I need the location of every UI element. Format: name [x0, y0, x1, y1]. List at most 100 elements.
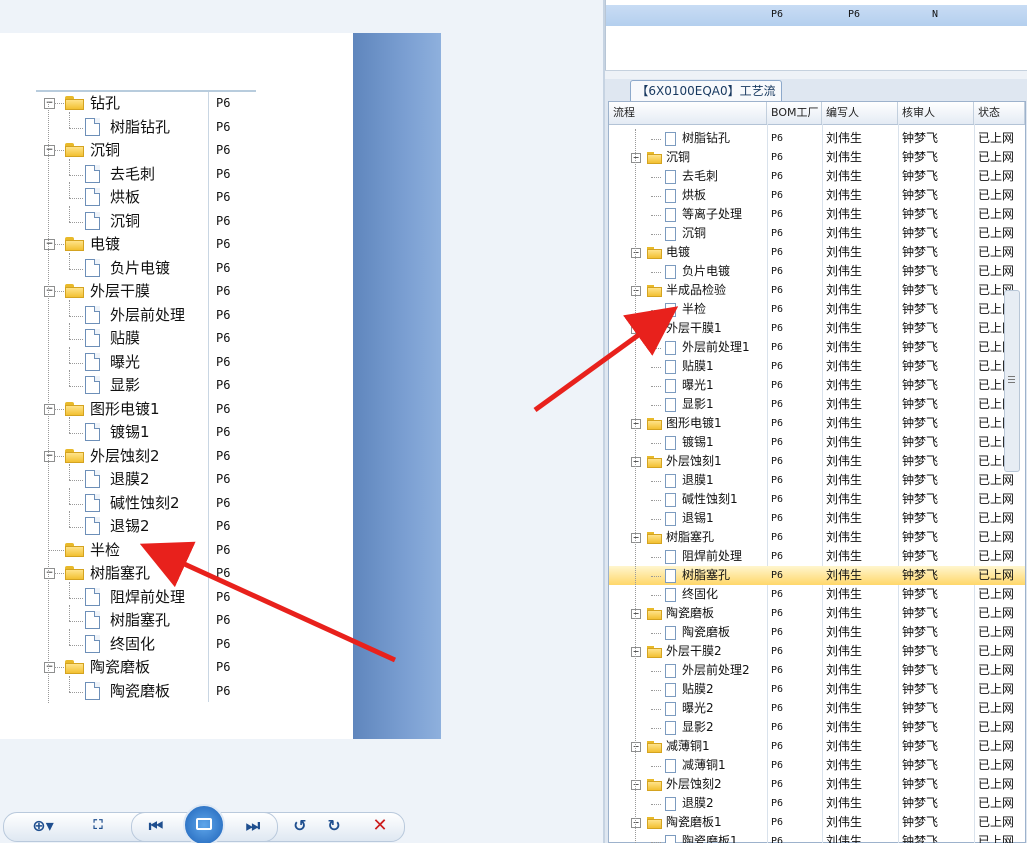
tree-row[interactable]: 烘板 P6	[0, 182, 353, 209]
tree-row[interactable]: − 钻孔 P6	[0, 92, 353, 115]
collapse-toggle-icon[interactable]: −	[631, 419, 641, 429]
prev-icon[interactable]: ⏮	[141, 812, 171, 840]
tree-row[interactable]: 去毛刺 P6	[0, 158, 353, 186]
grid-row[interactable]: 陶瓷磨板1 P6 刘伟生 钟梦飞 已上网	[609, 832, 1025, 843]
grid-row[interactable]: 镀锡1 P6 刘伟生 钟梦飞 已上网	[609, 433, 1025, 452]
tree-row[interactable]: 树脂钻孔 P6	[0, 111, 353, 139]
collapse-toggle-icon[interactable]: −	[631, 324, 641, 334]
rotate-left-icon[interactable]: ↺	[287, 812, 313, 840]
tree-value: P6	[216, 354, 231, 369]
grid-row[interactable]: − 沉铜 P6 刘伟生 钟梦飞 已上网	[609, 148, 1025, 167]
grid-row[interactable]: − 减薄铜1 P6 刘伟生 钟梦飞 已上网	[609, 737, 1025, 756]
grid-row[interactable]: 树脂钻孔 P6 刘伟生 钟梦飞 已上网	[609, 129, 1025, 148]
grid-row[interactable]: 半检 P6 刘伟生 钟梦飞 已上网	[609, 300, 1025, 319]
tree-row[interactable]: − 外层干膜 P6	[0, 280, 353, 303]
collapse-toggle-icon[interactable]: −	[631, 742, 641, 752]
collapse-toggle-icon[interactable]: −	[631, 457, 641, 467]
grid-row[interactable]: 负片电镀 P6 刘伟生 钟梦飞 已上网	[609, 262, 1025, 281]
grid-row[interactable]: 退锡1 P6 刘伟生 钟梦飞 已上网	[609, 509, 1025, 528]
grid-row[interactable]: 碱性蚀刻1 P6 刘伟生 钟梦飞 已上网	[609, 490, 1025, 509]
tree-row[interactable]: 终固化 P6	[0, 628, 353, 656]
grid-row[interactable]: 退膜2 P6 刘伟生 钟梦飞 已上网	[609, 794, 1025, 813]
grid-row[interactable]: 贴膜2 P6 刘伟生 钟梦飞 已上网	[609, 680, 1025, 699]
tree-row[interactable]: − 图形电镀1 P6	[0, 398, 353, 421]
tree-row[interactable]: − 沉铜 P6	[0, 139, 353, 162]
grid-row[interactable]: 显影2 P6 刘伟生 钟梦飞 已上网	[609, 718, 1025, 737]
tree-row[interactable]: 陶瓷磨板 P6	[0, 675, 353, 703]
tree-row[interactable]: 碱性蚀刻2 P6	[0, 487, 353, 515]
grid-row[interactable]: 陶瓷磨板 P6 刘伟生 钟梦飞 已上网	[609, 623, 1025, 642]
grid-row[interactable]: 曝光1 P6 刘伟生 钟梦飞 已上网	[609, 376, 1025, 395]
tab-process-flow[interactable]: 【6X0100EQA0】工艺流程	[630, 80, 782, 118]
grid-row[interactable]: − 外层干膜2 P6 刘伟生 钟梦飞 已上网	[609, 642, 1025, 661]
grid-row[interactable]: 等离子处理 P6 刘伟生 钟梦飞 已上网	[609, 205, 1025, 224]
column-header-writer[interactable]: 编写人	[822, 102, 898, 124]
collapse-toggle-icon[interactable]: −	[631, 153, 641, 163]
grid-row[interactable]: 沉铜 P6 刘伟生 钟梦飞 已上网	[609, 224, 1025, 243]
grid-row[interactable]: 贴膜1 P6 刘伟生 钟梦飞 已上网	[609, 357, 1025, 376]
tree-row[interactable]: 贴膜 P6	[0, 323, 353, 350]
top-grid-selected-row[interactable]: P6 P6 N	[606, 5, 1027, 26]
tree-row[interactable]: 外层前处理 P6	[0, 299, 353, 327]
grid-row[interactable]: 显影1 P6 刘伟生 钟梦飞 已上网	[609, 395, 1025, 414]
collapse-toggle-icon[interactable]: −	[631, 533, 641, 543]
tree-row[interactable]: 树脂塞孔 P6	[0, 605, 353, 632]
top-grid-scrollbar[interactable]	[605, 70, 1027, 79]
tree-row[interactable]: 曝光 P6	[0, 346, 353, 374]
tree-row[interactable]: 阻焊前处理 P6	[0, 581, 353, 609]
collapse-toggle-icon[interactable]: −	[631, 818, 641, 828]
grid-row[interactable]: − 图形电镀1 P6 刘伟生 钟梦飞 已上网	[609, 414, 1025, 433]
folder-icon	[65, 448, 84, 463]
rotate-right-icon[interactable]: ↻	[321, 812, 347, 840]
column-header-reviewer[interactable]: 核审人	[898, 102, 974, 124]
tree-label: 陶瓷磨板	[110, 681, 171, 700]
grid-row[interactable]: − 树脂塞孔 P6 刘伟生 钟梦飞 已上网	[609, 528, 1025, 547]
grid-row[interactable]: 树脂塞孔 P6 刘伟生 钟梦飞 已上网	[609, 566, 1025, 585]
collapse-toggle-icon[interactable]: −	[631, 780, 641, 790]
collapse-toggle-icon[interactable]: −	[631, 647, 641, 657]
tree-row[interactable]: 负片电镀 P6	[0, 252, 353, 280]
grid-vertical-scrollbar[interactable]	[1004, 290, 1020, 472]
tree-row[interactable]: 镀锡1 P6	[0, 417, 353, 444]
grid-row[interactable]: 曝光2 P6 刘伟生 钟梦飞 已上网	[609, 699, 1025, 718]
grid-row[interactable]: − 外层干膜1 P6 刘伟生 钟梦飞 已上网	[609, 319, 1025, 338]
collapse-toggle-icon[interactable]: −	[631, 286, 641, 296]
grid-row[interactable]: − 陶瓷磨板 P6 刘伟生 钟梦飞 已上网	[609, 604, 1025, 623]
grid-row[interactable]: − 外层蚀刻1 P6 刘伟生 钟梦飞 已上网	[609, 452, 1025, 471]
bom-cell: P6	[771, 760, 784, 771]
grid-row[interactable]: 去毛刺 P6 刘伟生 钟梦飞 已上网	[609, 167, 1025, 186]
grid-row[interactable]: 外层前处理1 P6 刘伟生 钟梦飞 已上网	[609, 338, 1025, 357]
grid-row[interactable]: − 陶瓷磨板1 P6 刘伟生 钟梦飞 已上网	[609, 813, 1025, 832]
tree-value: P6	[216, 284, 231, 298]
tree-row[interactable]: 退锡2 P6	[0, 511, 353, 538]
column-header-status[interactable]: 状态	[974, 102, 1025, 124]
delete-icon[interactable]: ✕	[365, 812, 395, 840]
tree-row[interactable]: − 陶瓷磨板 P6	[0, 656, 353, 679]
tree-row[interactable]: − 电镀 P6	[0, 233, 353, 256]
grid-row[interactable]: 烘板 P6 刘伟生 钟梦飞 已上网	[609, 186, 1025, 205]
grid-row[interactable]: 阻焊前处理 P6 刘伟生 钟梦飞 已上网	[609, 547, 1025, 566]
fit-icon[interactable]: ⛶	[83, 812, 113, 840]
collapse-toggle-icon[interactable]: −	[631, 609, 641, 619]
slideshow-button[interactable]	[183, 804, 225, 843]
tree-connector	[651, 386, 661, 387]
tree-row[interactable]: 退膜2 P6	[0, 464, 353, 491]
grid-row[interactable]: − 半成品检验 P6 刘伟生 钟梦飞 已上网	[609, 281, 1025, 300]
tree-row[interactable]: 半检 P6	[0, 539, 353, 562]
tree-row[interactable]: − 树脂塞孔 P6	[0, 562, 353, 585]
grid-row[interactable]: 终固化 P6 刘伟生 钟梦飞 已上网	[609, 585, 1025, 604]
file-icon	[85, 258, 100, 277]
grid-row[interactable]: 外层前处理2 P6 刘伟生 钟梦飞 已上网	[609, 661, 1025, 680]
next-icon[interactable]: ⏭	[238, 812, 268, 840]
grid-row[interactable]: 减薄铜1 P6 刘伟生 钟梦飞 已上网	[609, 756, 1025, 775]
magnifier-icon[interactable]: ⊕▾	[23, 812, 63, 840]
column-header-flow[interactable]: 流程	[609, 102, 767, 124]
tree-row[interactable]: 显影 P6	[0, 370, 353, 397]
column-header-bom[interactable]: BOM工厂	[767, 102, 822, 124]
tree-row[interactable]: 沉铜 P6	[0, 205, 353, 233]
grid-row[interactable]: 退膜1 P6 刘伟生 钟梦飞 已上网	[609, 471, 1025, 490]
grid-row[interactable]: − 电镀 P6 刘伟生 钟梦飞 已上网	[609, 243, 1025, 262]
collapse-toggle-icon[interactable]: −	[631, 248, 641, 258]
tree-row[interactable]: − 外层蚀刻2 P6	[0, 445, 353, 468]
grid-row[interactable]: − 外层蚀刻2 P6 刘伟生 钟梦飞 已上网	[609, 775, 1025, 794]
